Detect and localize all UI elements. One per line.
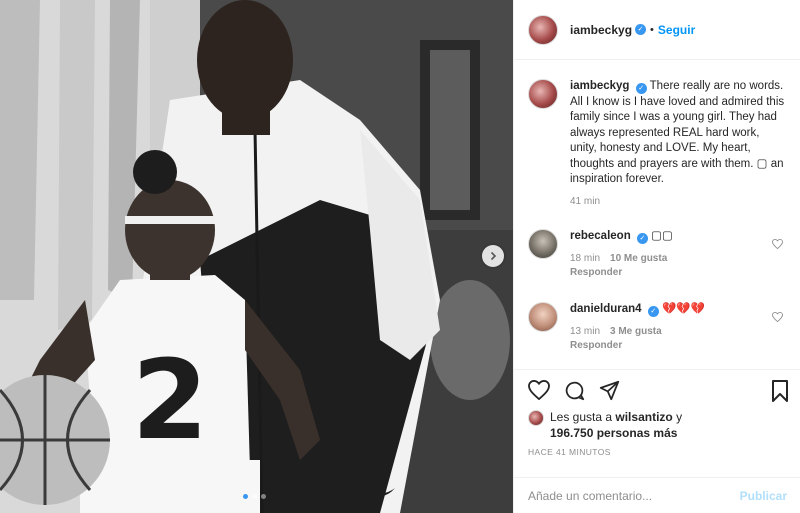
likes-text: Les gusta a wilsantizo y 196.750 persona… xyxy=(550,409,682,441)
heart-icon xyxy=(528,379,550,401)
chevron-right-icon xyxy=(490,251,497,261)
save-button[interactable] xyxy=(771,380,789,405)
verified-icon: ✓ xyxy=(635,83,647,94)
share-icon xyxy=(599,380,620,401)
comment-text: 💔💔💔 xyxy=(661,302,705,315)
avatar[interactable] xyxy=(528,14,558,45)
likes-user[interactable]: wilsantizo xyxy=(615,410,672,424)
comment-meta: 13 min 3 Me gusta Responder xyxy=(570,325,770,353)
jersey-number: 2 xyxy=(132,336,209,464)
avatar[interactable] xyxy=(528,79,558,109)
verified-icon: ✓ xyxy=(636,232,648,244)
comment-item: rebecaleon ✓ ▢▢ 18 min 10 Me gusta Respon… xyxy=(528,228,787,280)
reply-button[interactable]: Responder xyxy=(570,340,622,351)
carousel-indicator xyxy=(243,494,266,499)
follow-button[interactable]: Seguir xyxy=(658,23,695,37)
avatar[interactable] xyxy=(528,410,544,426)
comment-meta: 18 min 10 Me gusta Responder xyxy=(570,252,770,280)
comment-input[interactable] xyxy=(528,489,740,503)
comment-likes[interactable]: 10 Me gusta xyxy=(610,253,667,264)
comment-item: danielduran4 ✓ 💔💔💔 13 min 3 Me gusta Resp… xyxy=(528,301,787,353)
caption-time[interactable]: 41 min xyxy=(570,196,785,207)
add-comment-bar: Publicar xyxy=(514,477,800,513)
comment-icon xyxy=(565,381,585,401)
likes-prefix: Les gusta a xyxy=(550,410,613,424)
post-header: iambeckyg ✓ • Seguir xyxy=(514,0,800,60)
avatar[interactable] xyxy=(528,301,558,332)
like-button[interactable] xyxy=(528,379,550,404)
caption-username[interactable]: iambeckyg xyxy=(570,80,629,92)
reply-button[interactable]: Responder xyxy=(570,267,622,278)
header-separator: • xyxy=(650,23,654,36)
heart-icon[interactable] xyxy=(772,238,783,249)
comment-likes[interactable]: 3 Me gusta xyxy=(610,326,662,337)
post-caption: iambeckyg ✓ There really are no words. A… xyxy=(528,79,787,207)
header-username[interactable]: iambeckyg xyxy=(570,23,632,37)
verified-icon: ✓ xyxy=(647,305,659,317)
comment-username[interactable]: danielduran4 xyxy=(570,303,642,315)
comment-time[interactable]: 18 min xyxy=(570,253,600,264)
publish-button[interactable]: Publicar xyxy=(740,489,787,503)
avatar[interactable] xyxy=(528,228,558,259)
comment-time[interactable]: 13 min xyxy=(570,326,600,337)
post-actions: Les gusta a wilsantizo y 196.750 persona… xyxy=(514,369,800,513)
likes-connector: y xyxy=(676,410,683,424)
carousel-dot xyxy=(261,494,266,499)
likes-count[interactable]: 196.750 personas más xyxy=(550,426,677,440)
likes-summary: Les gusta a wilsantizo y 196.750 persona… xyxy=(528,409,682,441)
caption-body: There really are no words. All I know is… xyxy=(570,80,785,185)
verified-icon: ✓ xyxy=(635,24,647,35)
photo-illustration: 2 xyxy=(0,0,513,513)
comment-text: ▢▢ xyxy=(651,229,673,242)
bookmark-icon xyxy=(772,380,788,402)
comment-button[interactable] xyxy=(564,380,585,404)
action-icons xyxy=(528,379,620,404)
post-timestamp[interactable]: HACE 41 MINUTOS xyxy=(528,447,611,457)
post-sidebar: iambeckyg ✓ • Seguir iambeckyg ✓ There r… xyxy=(513,0,800,513)
post-photo[interactable]: 2 xyxy=(0,0,513,513)
carousel-dot xyxy=(252,494,257,499)
carousel-next-button[interactable] xyxy=(482,245,504,267)
carousel-dot-active xyxy=(243,494,248,499)
comments-section[interactable]: iambeckyg ✓ There really are no words. A… xyxy=(514,61,800,369)
instagram-post: 2 iambeckyg ✓ • Seguir iambeckyg ✓ There… xyxy=(0,0,800,513)
comment-username[interactable]: rebecaleon xyxy=(570,230,631,242)
heart-icon[interactable] xyxy=(772,311,783,322)
caption-text: iambeckyg ✓ There really are no words. A… xyxy=(570,79,785,188)
share-button[interactable] xyxy=(599,380,620,404)
